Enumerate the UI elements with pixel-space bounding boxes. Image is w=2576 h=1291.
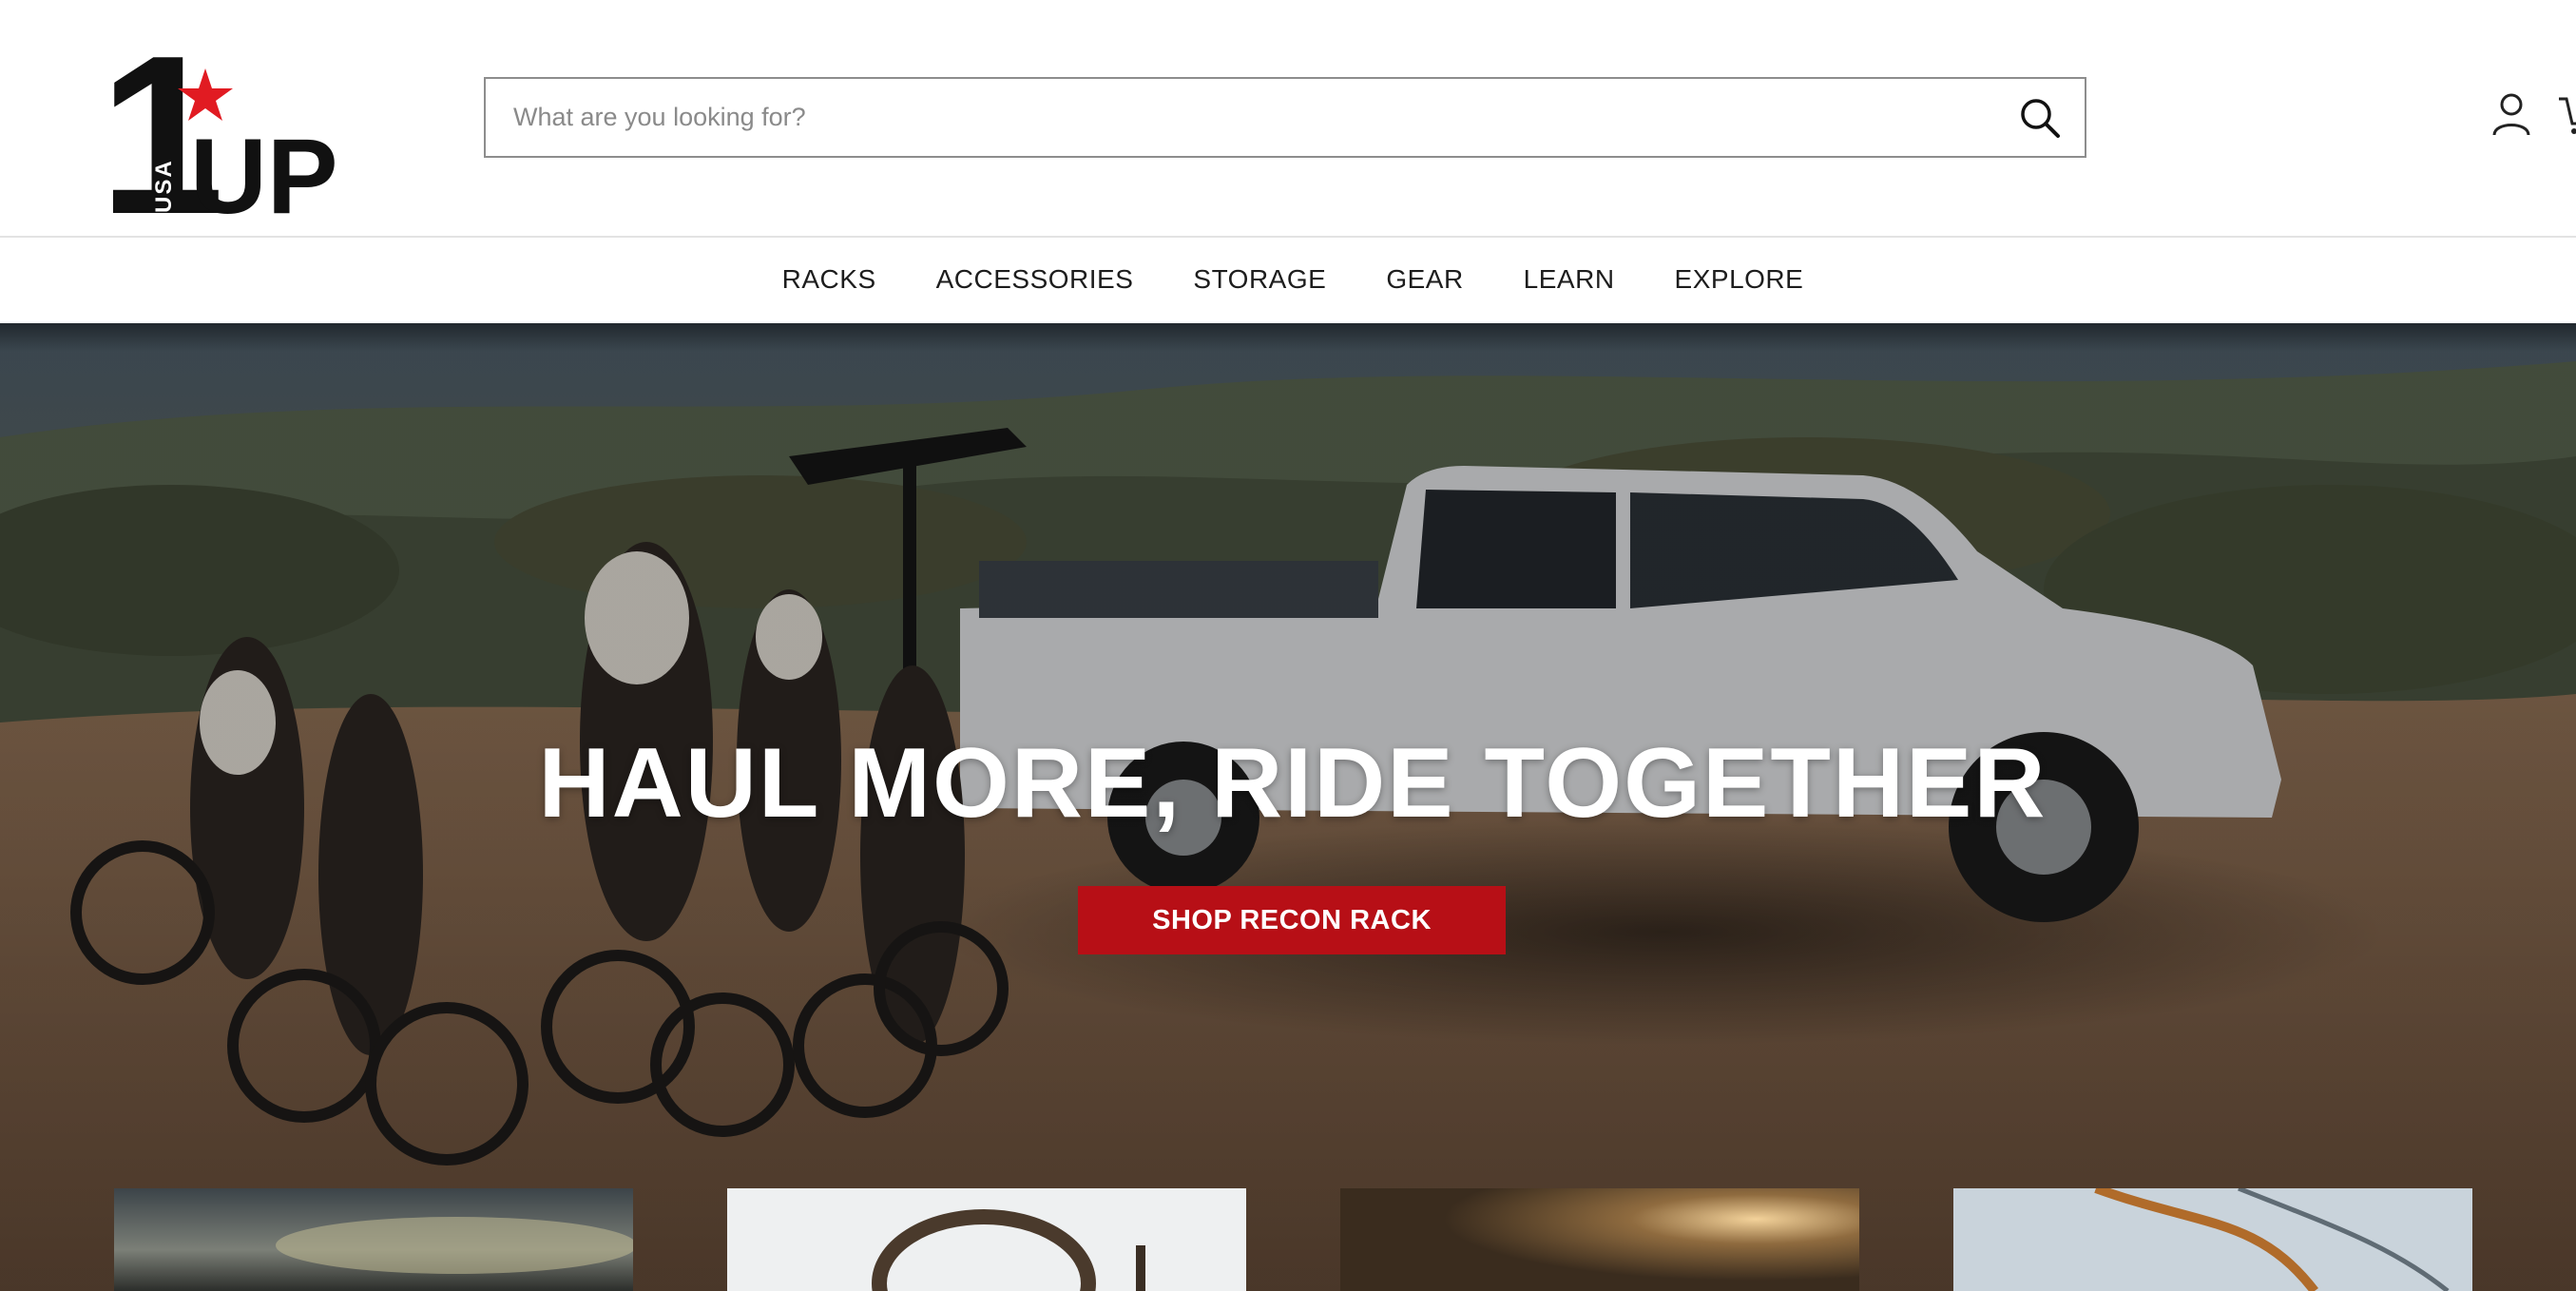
hero-banner: HAUL MORE, RIDE TOGETHER SHOP RECON RACK <box>0 323 2576 1291</box>
cart-icon[interactable] <box>2557 91 2576 139</box>
card-image <box>1340 1188 1859 1291</box>
hero-title: HAUL MORE, RIDE TOGETHER <box>538 728 2047 838</box>
nav-list: RACKS ACCESSORIES STORAGE GEAR LEARN EXP… <box>0 238 2576 321</box>
logo-country: USA <box>151 159 177 213</box>
search-icon[interactable] <box>2016 94 2064 142</box>
feature-card-2[interactable] <box>727 1188 1246 1291</box>
feature-card-3[interactable] <box>1340 1188 1859 1291</box>
card-image <box>727 1188 1246 1291</box>
site-header: 1 UP USA <box>0 0 2576 261</box>
card-image <box>114 1188 633 1291</box>
main-nav: RACKS ACCESSORIES STORAGE GEAR LEARN EXP… <box>0 236 2576 323</box>
nav-item-storage[interactable]: STORAGE <box>1193 264 1326 295</box>
nav-item-racks[interactable]: RACKS <box>782 264 876 295</box>
logo-graphic: 1 UP USA <box>99 10 338 261</box>
search-bar <box>484 77 2086 158</box>
feature-card-4[interactable] <box>1953 1188 2472 1291</box>
card-image <box>1953 1188 2472 1291</box>
user-icon[interactable] <box>2490 91 2532 139</box>
feature-card-1[interactable] <box>114 1188 633 1291</box>
nav-item-gear[interactable]: GEAR <box>1386 264 1463 295</box>
shop-recon-rack-button[interactable]: SHOP RECON RACK <box>1078 886 1506 954</box>
logo-word: UP <box>190 117 338 221</box>
nav-item-learn[interactable]: LEARN <box>1524 264 1615 295</box>
nav-item-explore[interactable]: EXPLORE <box>1675 264 1804 295</box>
nav-item-accessories[interactable]: ACCESSORIES <box>936 264 1134 295</box>
search-input[interactable] <box>486 79 1969 156</box>
brand-logo[interactable]: 1 UP USA <box>95 10 342 261</box>
